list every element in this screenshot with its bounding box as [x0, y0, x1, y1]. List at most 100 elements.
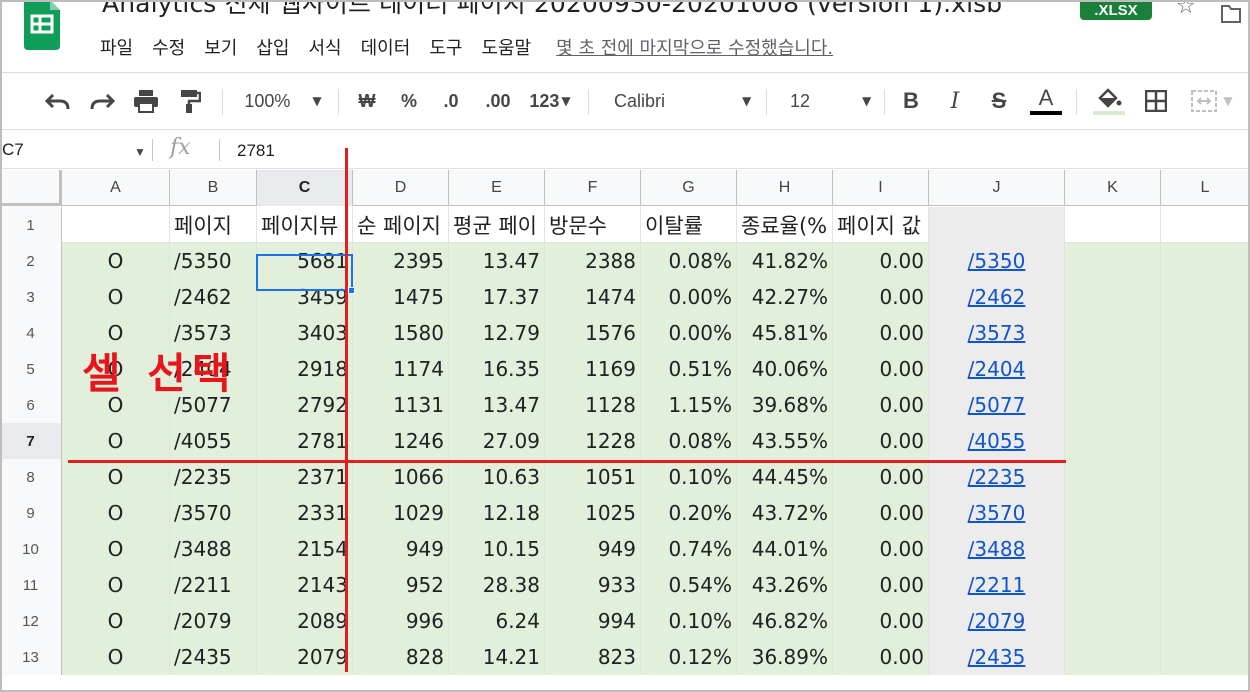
data-cell[interactable]: 949: [545, 531, 641, 567]
column-header-h[interactable]: H: [737, 170, 833, 206]
data-cell[interactable]: [1161, 495, 1250, 531]
data-cell[interactable]: 0.74%: [641, 531, 737, 567]
data-cell[interactable]: 1128: [545, 387, 641, 423]
data-cell[interactable]: 0.00: [833, 351, 929, 387]
data-cell[interactable]: [1161, 315, 1250, 351]
row-header[interactable]: 13: [0, 639, 62, 675]
data-cell[interactable]: /2079: [170, 603, 257, 639]
data-cell[interactable]: 0.00%: [641, 315, 737, 351]
data-cell[interactable]: 43.55%: [737, 423, 833, 459]
row-header[interactable]: 4: [0, 315, 62, 351]
font-family-select[interactable]: Calibri ▼: [604, 85, 754, 117]
data-cell[interactable]: O: [62, 603, 170, 639]
data-cell[interactable]: [1065, 243, 1161, 279]
data-cell[interactable]: [1065, 495, 1161, 531]
column-header-b[interactable]: B: [170, 170, 257, 206]
row-header[interactable]: 2: [0, 243, 62, 279]
data-cell[interactable]: [1065, 639, 1161, 675]
data-cell[interactable]: 949: [353, 531, 449, 567]
data-cell[interactable]: [1065, 567, 1161, 603]
header-cell[interactable]: [1161, 207, 1250, 243]
data-cell[interactable]: [1065, 423, 1161, 459]
data-cell[interactable]: 0.00: [833, 603, 929, 639]
header-cell[interactable]: 종료율(%: [737, 207, 833, 243]
data-cell[interactable]: /5350: [170, 243, 257, 279]
data-cell[interactable]: 0.00: [833, 315, 929, 351]
column-header-i[interactable]: I: [833, 170, 929, 206]
column-header-f[interactable]: F: [545, 170, 641, 206]
data-cell[interactable]: [1161, 603, 1250, 639]
page-link-cell[interactable]: /2079: [929, 603, 1065, 639]
data-cell[interactable]: 0.51%: [641, 351, 737, 387]
row-header[interactable]: 1: [0, 207, 62, 243]
data-cell[interactable]: 16.35: [449, 351, 545, 387]
data-cell[interactable]: O: [62, 423, 170, 459]
row-header[interactable]: 6: [0, 387, 62, 423]
data-cell[interactable]: 12.18: [449, 495, 545, 531]
data-cell[interactable]: 1029: [353, 495, 449, 531]
increase-decimal-button[interactable]: .00: [478, 85, 518, 117]
undo-icon[interactable]: [40, 85, 76, 117]
column-header-e[interactable]: E: [449, 170, 545, 206]
data-cell[interactable]: 44.45%: [737, 459, 833, 495]
row-header[interactable]: 3: [0, 279, 62, 315]
fill-handle[interactable]: [348, 287, 355, 294]
data-cell[interactable]: 0.00%: [641, 279, 737, 315]
row-header[interactable]: 7: [0, 423, 62, 459]
column-header-g[interactable]: G: [641, 170, 737, 206]
header-cell[interactable]: 페이지: [170, 207, 257, 243]
data-cell[interactable]: 933: [545, 567, 641, 603]
data-cell[interactable]: 1.15%: [641, 387, 737, 423]
data-cell[interactable]: 0.00: [833, 531, 929, 567]
menu-view[interactable]: 보기: [204, 34, 237, 60]
data-cell[interactable]: [1161, 243, 1250, 279]
data-cell[interactable]: 0.10%: [641, 459, 737, 495]
data-cell[interactable]: /2235: [170, 459, 257, 495]
data-cell[interactable]: 1169: [545, 351, 641, 387]
data-cell[interactable]: [1161, 279, 1250, 315]
data-cell[interactable]: 5681: [257, 243, 353, 279]
percent-format-button[interactable]: %: [394, 85, 424, 117]
last-edit-link[interactable]: 몇 초 전에 마지막으로 수정했습니다.: [556, 34, 833, 60]
data-cell[interactable]: 2154: [257, 531, 353, 567]
data-cell[interactable]: 36.89%: [737, 639, 833, 675]
page-link-cell[interactable]: /2211: [929, 567, 1065, 603]
data-cell[interactable]: 42.27%: [737, 279, 833, 315]
borders-icon[interactable]: [1140, 85, 1172, 117]
data-cell[interactable]: 3403: [257, 315, 353, 351]
header-cell[interactable]: 순 페이지: [353, 207, 449, 243]
select-all-corner[interactable]: [0, 170, 62, 206]
page-link-cell[interactable]: /3570: [929, 495, 1065, 531]
data-cell[interactable]: 2371: [257, 459, 353, 495]
data-cell[interactable]: /3488: [170, 531, 257, 567]
data-cell[interactable]: [1065, 315, 1161, 351]
page-link-cell[interactable]: /5077: [929, 387, 1065, 423]
data-cell[interactable]: /3570: [170, 495, 257, 531]
data-cell[interactable]: 6.24: [449, 603, 545, 639]
data-cell[interactable]: 45.81%: [737, 315, 833, 351]
menu-data[interactable]: 데이터: [361, 34, 411, 60]
data-cell[interactable]: 0.00: [833, 243, 929, 279]
data-cell[interactable]: 0.12%: [641, 639, 737, 675]
data-cell[interactable]: /2435: [170, 639, 257, 675]
menu-insert[interactable]: 삽입: [256, 34, 289, 60]
data-cell[interactable]: 2388: [545, 243, 641, 279]
row-header[interactable]: 11: [0, 567, 62, 603]
data-cell[interactable]: /4055: [170, 423, 257, 459]
header-cell[interactable]: 이탈률: [641, 207, 737, 243]
strikethrough-button[interactable]: S: [984, 85, 1014, 117]
data-cell[interactable]: 1246: [353, 423, 449, 459]
data-cell[interactable]: 41.82%: [737, 243, 833, 279]
data-cell[interactable]: /2211: [170, 567, 257, 603]
data-cell[interactable]: 39.68%: [737, 387, 833, 423]
fill-color-icon[interactable]: [1090, 85, 1128, 117]
data-cell[interactable]: 14.21: [449, 639, 545, 675]
data-cell[interactable]: O: [62, 531, 170, 567]
row-header[interactable]: 8: [0, 459, 62, 495]
zoom-select[interactable]: 100% ▼: [238, 85, 328, 117]
data-cell[interactable]: 43.72%: [737, 495, 833, 531]
data-cell[interactable]: 828: [353, 639, 449, 675]
column-header-c[interactable]: C: [257, 170, 353, 206]
row-header[interactable]: 10: [0, 531, 62, 567]
move-folder-icon[interactable]: [1220, 0, 1242, 30]
